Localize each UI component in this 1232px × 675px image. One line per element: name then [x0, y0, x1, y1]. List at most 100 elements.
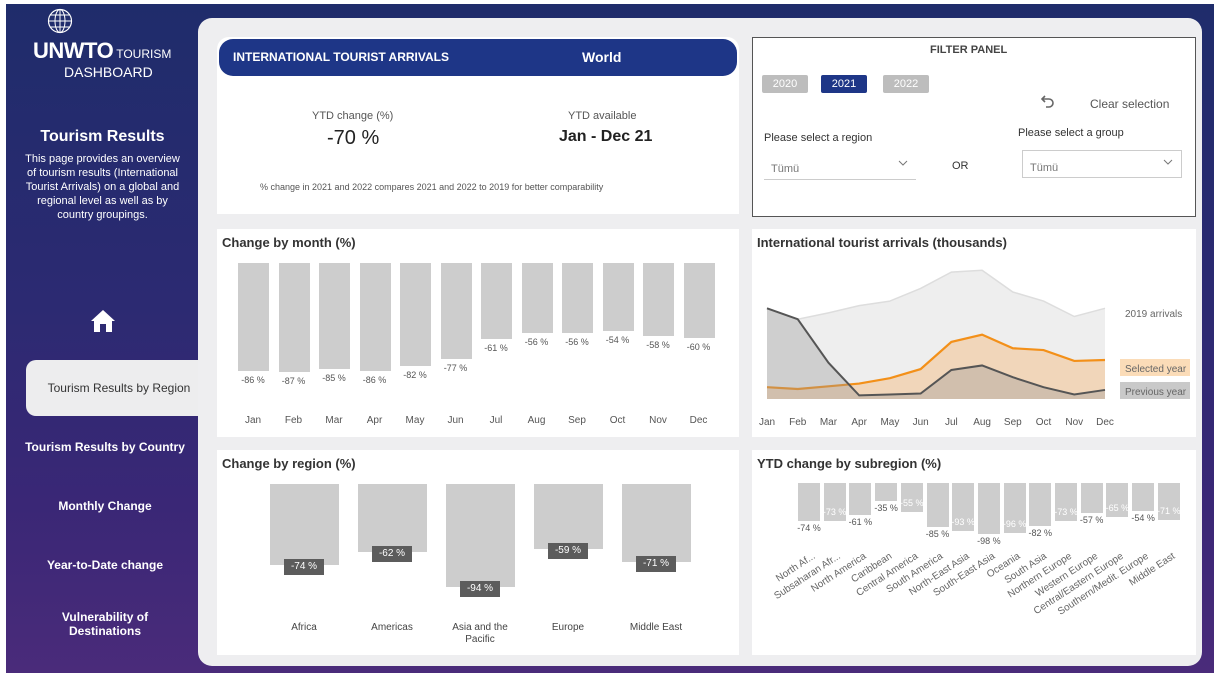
ytd-available-label: YTD available	[568, 110, 637, 122]
arrivals-legend-label: Previous year	[1125, 387, 1187, 398]
year-button-2022[interactable]: 2022	[883, 75, 929, 93]
globe-logo-icon	[47, 8, 73, 34]
arrivals-axis-label: Oct	[1036, 417, 1052, 428]
region-bar	[446, 484, 515, 588]
year-button-2021[interactable]: 2021	[821, 75, 867, 93]
month-value-label: -56 %	[524, 337, 549, 347]
subregion-value-label: -98 %	[977, 535, 1001, 546]
nav-label: Tourism Results by Region	[47, 381, 191, 395]
subregion-value-label: -82 %	[1028, 527, 1053, 538]
region-value-badge: -74 %	[284, 559, 324, 576]
month-axis-label: Aug	[527, 415, 546, 426]
arrivals-axis-label: Sep	[1004, 417, 1022, 428]
arrivals-axis-label: Dec	[1096, 417, 1114, 428]
subregion-bar	[875, 483, 898, 502]
subregion-value-label: -35 %	[874, 503, 898, 514]
arrivals-legend-label: 2019 arrivals	[1125, 309, 1182, 320]
month-axis-label: Dec	[689, 415, 708, 426]
region-select-label: Please select a region	[764, 132, 873, 144]
ytd-available-value: Jan - Dec 21	[559, 128, 653, 145]
ytd-change-value: -70 %	[327, 127, 380, 149]
arrivals-axis-label: Aug	[973, 417, 991, 428]
arrivals-axis-label: Nov	[1065, 417, 1083, 428]
month-axis-label: Jan	[244, 415, 262, 426]
arrivals-axis-label: Jan	[759, 417, 775, 428]
month-axis-label: Oct	[609, 415, 626, 426]
subregion-value-label: -65 %	[1105, 502, 1130, 513]
region-bar	[358, 484, 427, 553]
month-value-label: -58 %	[646, 339, 670, 350]
nav-tourism-results-by-region[interactable]: Tourism Results by Region	[26, 360, 212, 416]
clear-selection-button[interactable]: Clear selection	[1090, 97, 1169, 111]
month-value-label: -86 %	[362, 374, 387, 385]
month-axis-label: Apr	[366, 415, 383, 426]
subregion-value-label: -74 %	[797, 523, 821, 534]
brand-logo: UNWTO TOURISM	[33, 38, 171, 64]
nav-tourism-results-by-country[interactable]: Tourism Results by Country	[20, 440, 190, 454]
subregion-chart-title: YTD change by subregion (%)	[757, 456, 942, 471]
subregion-bar	[1132, 483, 1155, 512]
subregion-bar	[1029, 483, 1052, 526]
filter-panel-title: FILTER PANEL	[930, 44, 1008, 56]
subregion-value-label: -85 %	[925, 529, 950, 540]
nav-vulnerability-of-destinations[interactable]: Vulnerability of Destinations	[20, 610, 190, 638]
subregion-value-label: -73 %	[822, 506, 847, 517]
month-bar	[359, 263, 391, 371]
sidebar-title: Tourism Results	[40, 128, 165, 145]
region-axis-label: Americas	[371, 622, 413, 633]
comparability-note: % change in 2021 and 2022 compares 2021 …	[260, 182, 604, 192]
region-chart-title: Change by region (%)	[222, 456, 356, 471]
subregion-value-label: -96 %	[1002, 518, 1027, 529]
arrivals-axis-label: Mar	[820, 417, 838, 428]
month-value-label: -61 %	[484, 343, 508, 354]
subregion-value-label: -55 %	[900, 497, 924, 508]
subregion-bar	[1080, 483, 1103, 513]
region-value-badge: -62 %	[372, 546, 412, 563]
month-value-label: -85 %	[322, 373, 346, 384]
region-value-badge: -59 %	[548, 542, 588, 559]
subregion-chart-card	[752, 450, 1196, 655]
month-bar	[562, 263, 593, 333]
region-bar	[622, 484, 691, 563]
header-scope: World	[582, 49, 622, 65]
month-chart-title: Change by month (%)	[222, 235, 356, 250]
month-bar	[319, 263, 350, 370]
region-dropdown[interactable]: Tümü	[764, 152, 916, 180]
brand-suffix: TOURISM	[116, 47, 172, 61]
arrivals-axis-label: Feb	[789, 417, 807, 428]
month-axis-label: May	[405, 415, 425, 426]
month-axis-label: Jun	[447, 415, 464, 426]
month-value-label: -86 %	[241, 374, 265, 385]
group-dropdown-value: Tümü	[1030, 162, 1059, 174]
group-dropdown[interactable]: Tümü	[1022, 150, 1182, 178]
month-value-label: -77 %	[443, 363, 468, 374]
undo-icon[interactable]	[1038, 94, 1056, 112]
sidebar-description: This page provides an overview of touris…	[20, 152, 185, 222]
month-value-label: -87 %	[281, 375, 306, 386]
month-value-label: -56 %	[565, 337, 589, 347]
subregion-value-label: -73 %	[1054, 506, 1078, 517]
month-bar	[440, 263, 472, 360]
subregion-value-label: -61 %	[848, 516, 873, 527]
subregion-bar	[977, 483, 1000, 534]
region-axis-label: Africa	[291, 622, 317, 633]
arrivals-chart: Jan Feb Mar Apr May Jun Jul Aug Sep Oct Nov Dec 2019…	[759, 269, 1190, 428]
header-title: INTERNATIONAL TOURIST ARRIVALS	[233, 50, 449, 64]
region-axis-label: Middle East	[629, 622, 683, 633]
home-icon[interactable]	[90, 308, 116, 334]
chevron-down-icon	[898, 160, 908, 166]
month-axis-label: Feb	[284, 415, 303, 426]
arrivals-axis-label: Jun	[913, 417, 929, 428]
arrivals-axis-label: Jul	[945, 417, 958, 428]
year-button-2020[interactable]: 2020	[762, 75, 808, 93]
region-axis-label: Asia and the Pacific	[452, 622, 508, 645]
region-bar	[534, 484, 603, 549]
nav-monthly-change[interactable]: Monthly Change	[20, 499, 190, 513]
month-value-label: -60 %	[686, 342, 711, 352]
subregion-bar	[849, 483, 872, 515]
month-axis-label: Nov	[649, 415, 667, 426]
arrivals-axis-label: May	[880, 417, 899, 428]
brand-name: UNWTO	[33, 38, 114, 63]
group-select-label: Please select a group	[1018, 127, 1124, 139]
nav-year-to-date-change[interactable]: Year-to-Date change	[20, 558, 190, 572]
